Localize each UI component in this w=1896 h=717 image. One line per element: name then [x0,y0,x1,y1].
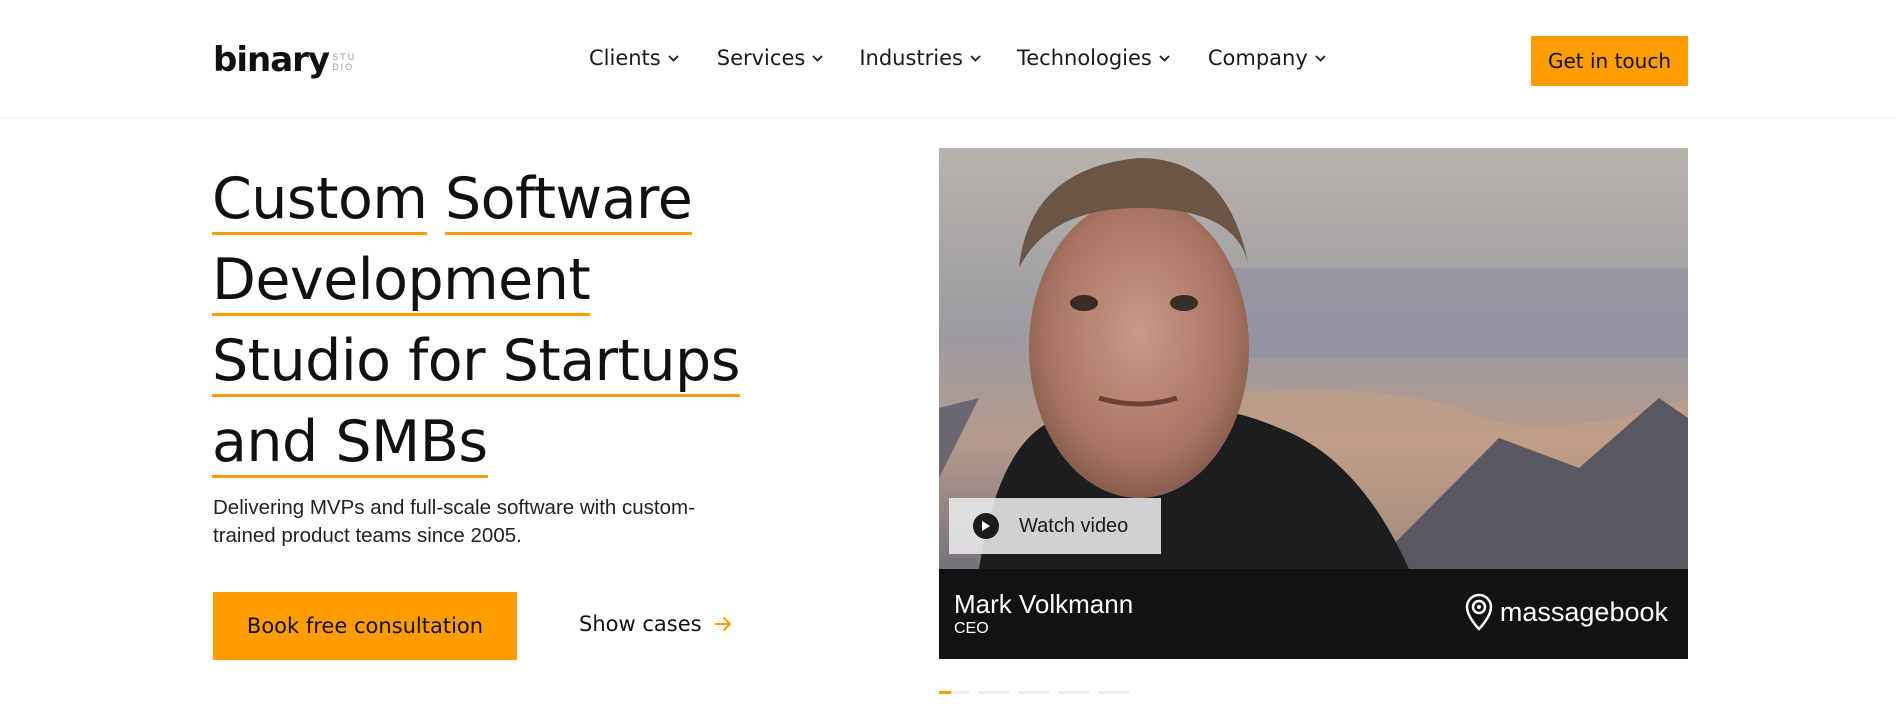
hero-title-word: Development [212,247,591,316]
testimonial-video-card[interactable]: Watch video Mark Volkmann CEO massageboo… [939,148,1688,659]
carousel-dot-4[interactable] [1059,691,1089,694]
carousel-dot-5[interactable] [1099,691,1129,694]
watch-video-button[interactable]: Watch video [949,498,1161,554]
person-role: CEO [954,620,989,637]
arrow-right-icon [714,616,731,632]
chevron-down-icon [1159,54,1170,62]
nav-item-company[interactable]: Company [1208,46,1326,70]
get-in-touch-button[interactable]: Get in touch [1531,36,1688,86]
location-pin-icon [1465,593,1493,631]
nav-item-industries[interactable]: Industries [859,46,981,70]
hero-title-word: Software [445,166,693,235]
chevron-down-icon [668,54,679,62]
logo-subtext: STU DIO [332,52,356,72]
main-nav: Clients Services Industries Technologies… [589,46,1326,70]
hero-title-word: and SMBs [212,409,488,478]
logo-wordmark: binary [213,40,330,80]
hero-title-word: Custom [212,166,428,235]
logo[interactable]: binary STU DIO [213,40,356,80]
hero-title-word: Studio for Startups [212,328,740,397]
nav-item-label: Services [716,46,806,70]
show-cases-link[interactable]: Show cases [579,612,732,636]
client-brand-logo: massagebook [1464,593,1668,631]
site-header: binary STU DIO Clients Services Industri… [0,0,1896,118]
watch-video-label: Watch video [1019,514,1129,537]
carousel-dot-2[interactable] [979,691,1009,694]
nav-item-label: Company [1207,46,1308,70]
nav-item-label: Technologies [1016,46,1152,70]
nav-item-clients[interactable]: Clients [589,46,679,70]
logo-sub-line-1: STU [332,52,357,62]
person-name: Mark Volkmann [954,589,1134,619]
nav-item-technologies[interactable]: Technologies [1017,46,1170,70]
nav-item-services[interactable]: Services [717,46,824,70]
book-consultation-button[interactable]: Book free consultation [213,592,517,660]
testimonial-caption: Mark Volkmann CEO massagebook [939,569,1688,659]
nav-item-label: Industries [859,46,963,70]
nav-item-label: Clients [589,46,661,70]
chevron-down-icon [812,54,823,62]
chevron-down-icon [1315,54,1326,62]
brand-name: massagebook [1499,596,1668,627]
hero-title: Custom Software Development Studio for S… [212,162,812,486]
carousel-dot-1[interactable] [939,691,969,694]
chevron-down-icon [970,54,981,62]
carousel-pagination [939,691,1129,694]
show-cases-label: Show cases [579,612,702,636]
logo-sub-line-2: DIO [332,62,355,72]
play-icon [973,513,999,539]
carousel-dot-3[interactable] [1019,691,1049,694]
hero-subtitle: Delivering MVPs and full-scale software … [213,496,695,547]
